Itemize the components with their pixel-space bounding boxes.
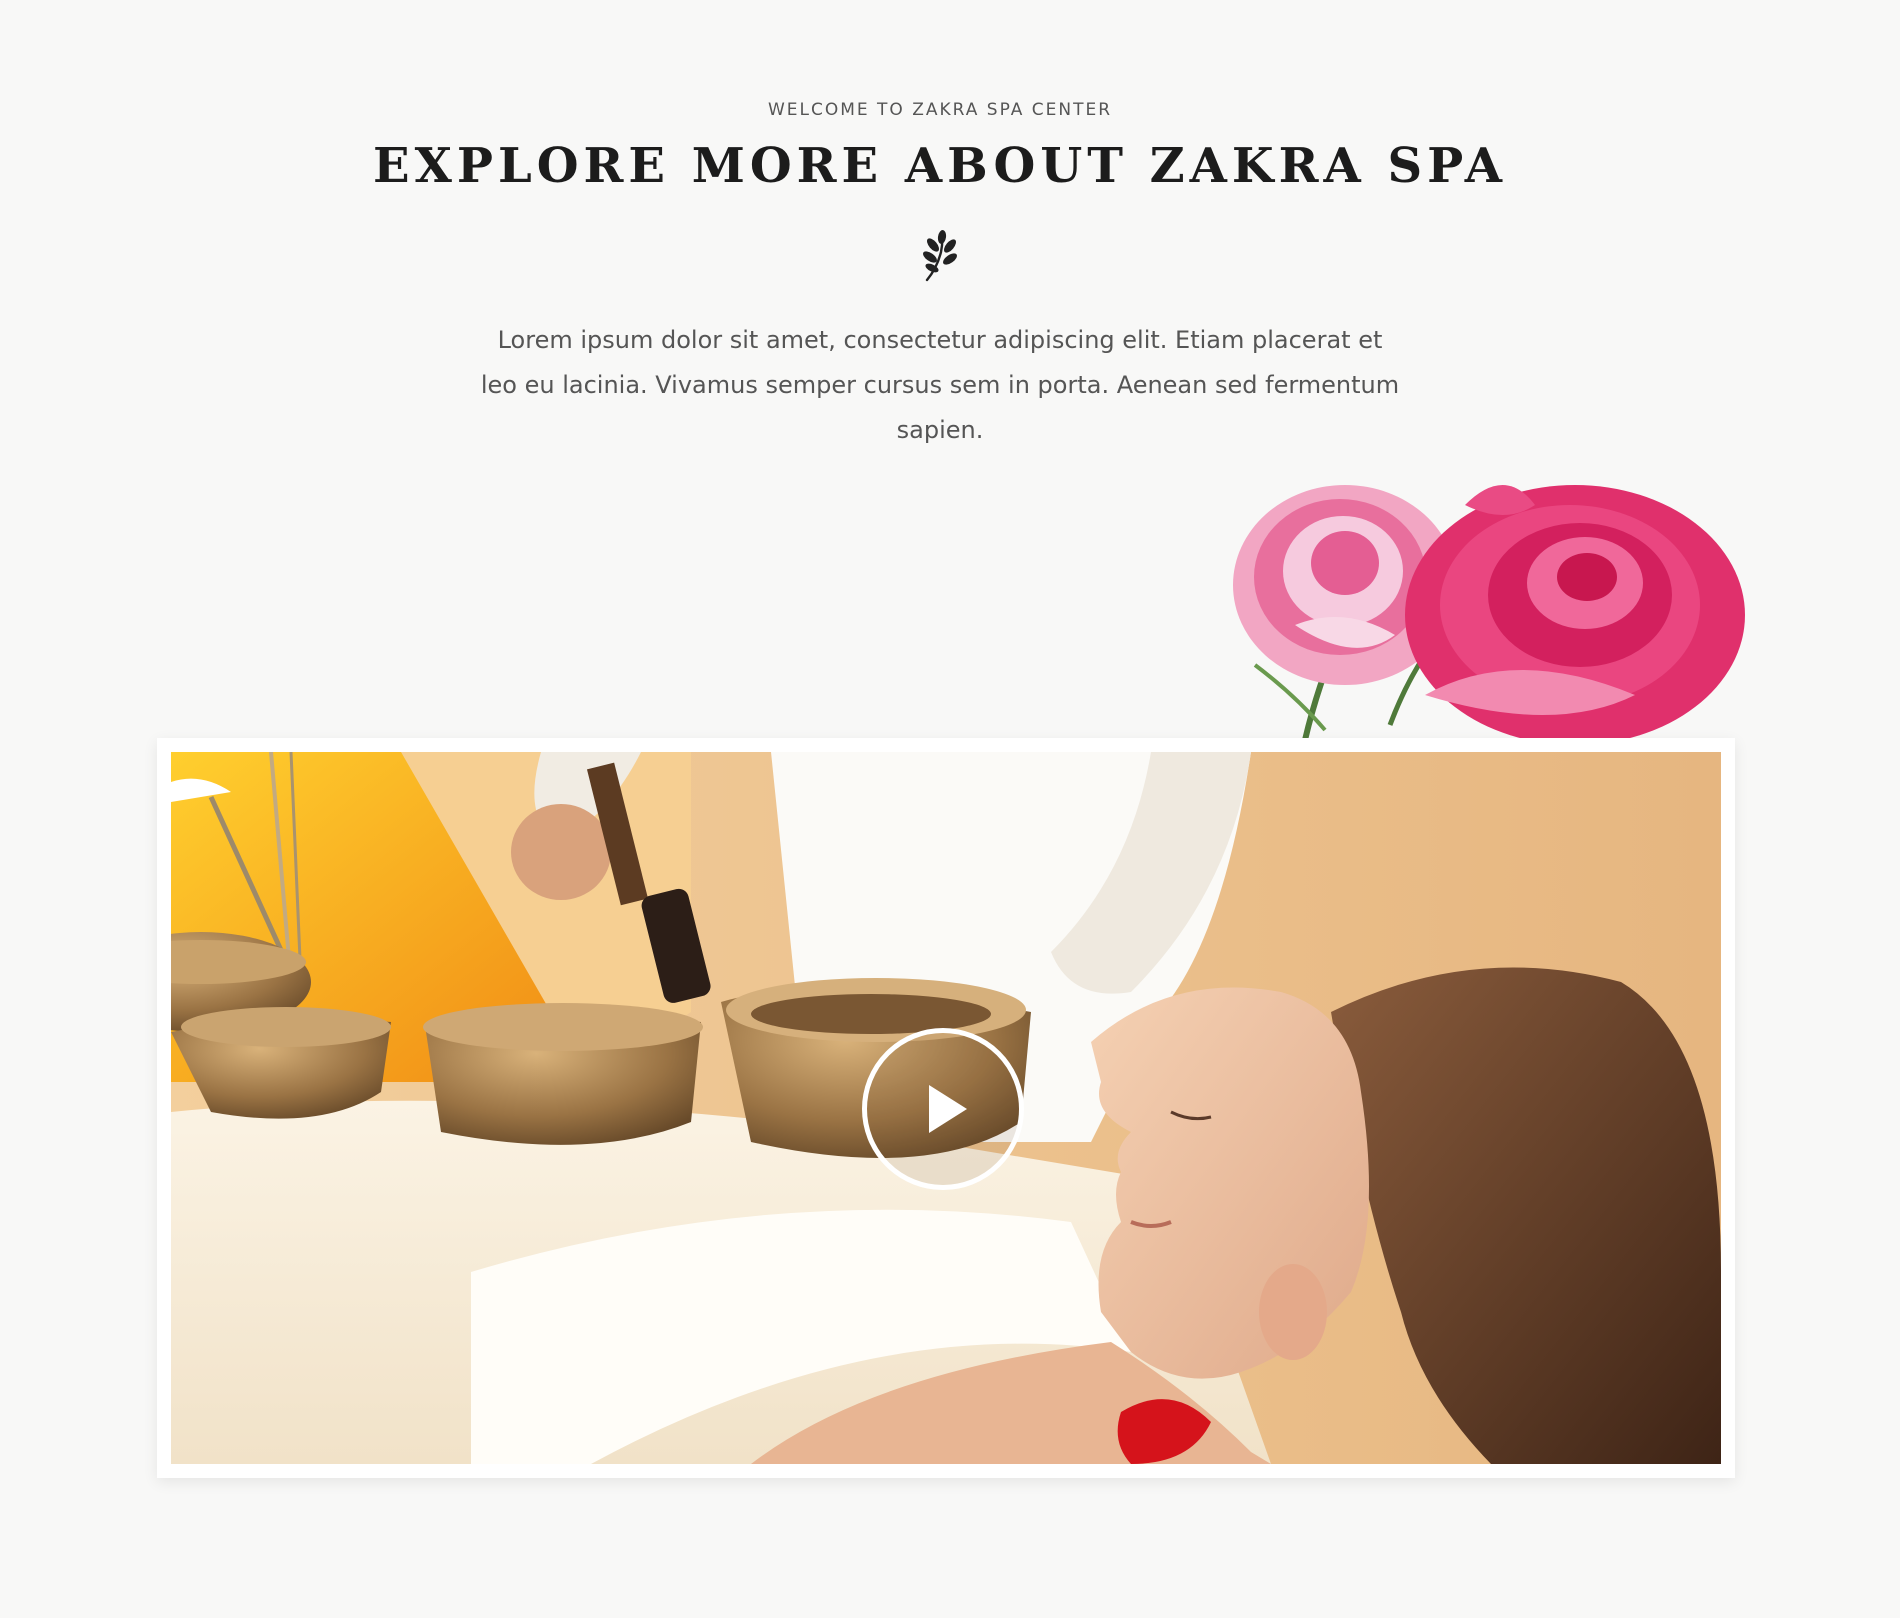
leaf-icon — [917, 230, 963, 284]
rose-illustration — [1215, 465, 1755, 745]
about-section: WELCOME TO ZAKRA SPA CENTER EXPLORE MORE… — [0, 0, 1900, 1618]
section-title: EXPLORE MORE ABOUT ZAKRA SPA — [373, 138, 1507, 194]
section-description: Lorem ipsum dolor sit amet, consectetur … — [480, 326, 1400, 444]
section-eyebrow: WELCOME TO ZAKRA SPA CENTER — [767, 100, 1113, 120]
play-icon — [929, 1085, 967, 1133]
play-button[interactable] — [862, 1028, 1024, 1190]
